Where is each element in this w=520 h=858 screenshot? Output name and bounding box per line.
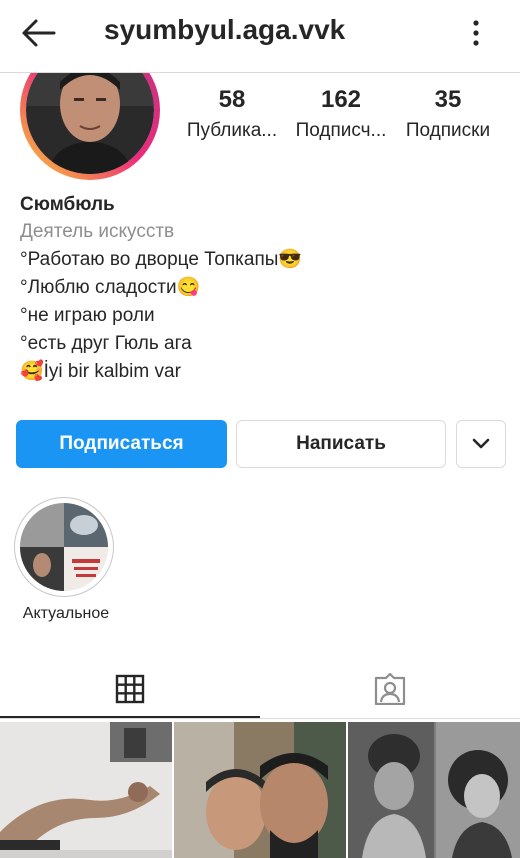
followers-count[interactable]: 162 Подписч... bbox=[286, 86, 396, 144]
arrow-left-icon[interactable] bbox=[20, 18, 56, 48]
tab-active-indicator bbox=[0, 716, 260, 718]
stat-label: Публика... bbox=[186, 120, 278, 141]
highlight-cover bbox=[20, 503, 108, 591]
profile-tabs bbox=[0, 660, 520, 720]
bio-line: °есть друг Гюль ага bbox=[20, 333, 192, 354]
follow-button[interactable]: Подписаться bbox=[16, 420, 227, 468]
following-count[interactable]: 35 Подписки bbox=[393, 86, 503, 144]
chevron-down-icon bbox=[472, 438, 490, 449]
post-thumbnail[interactable] bbox=[0, 722, 172, 858]
stat-value: 35 bbox=[434, 86, 462, 113]
post-thumbnail[interactable] bbox=[174, 722, 346, 858]
posts-count[interactable]: 58 Публика... bbox=[177, 86, 287, 144]
highlight-ring[interactable] bbox=[14, 497, 114, 597]
profile-username: syumbyul.aga.vvk bbox=[104, 14, 346, 45]
story-highlight[interactable]: Актуальное bbox=[14, 497, 118, 623]
post-thumbnail[interactable] bbox=[348, 722, 520, 858]
profile-display-name: Сюмбюль bbox=[20, 194, 115, 215]
profile-category: Деятель искусств bbox=[20, 221, 175, 242]
stat-value: 162 bbox=[320, 86, 362, 113]
tab-posts-grid[interactable] bbox=[0, 660, 260, 718]
bio-line: °Люблю сладости😋 bbox=[20, 277, 201, 298]
kebab-menu-icon[interactable] bbox=[466, 17, 486, 49]
bio-line: 🥰İyi bir kalbim var bbox=[20, 361, 181, 382]
tab-divider bbox=[0, 718, 520, 719]
posts-grid bbox=[0, 722, 520, 858]
stat-label: Подписки bbox=[405, 120, 491, 141]
bio-line: °не играю роли bbox=[20, 305, 155, 326]
stat-value: 58 bbox=[218, 86, 246, 113]
bio-line: °Работаю во дворце Топкапы😎 bbox=[20, 249, 303, 270]
grid-icon bbox=[115, 674, 145, 704]
message-button[interactable]: Написать bbox=[236, 420, 446, 468]
top-bar: syumbyul.aga.vvk bbox=[0, 0, 520, 73]
stat-label: Подписч... bbox=[295, 120, 387, 141]
tagged-person-icon bbox=[374, 673, 406, 705]
suggested-accounts-button[interactable] bbox=[456, 420, 506, 468]
highlight-label: Актуальное bbox=[22, 605, 110, 622]
tab-tagged[interactable] bbox=[260, 660, 520, 718]
profile-bio: Сюмбюль Деятель искусств °Работаю во дво… bbox=[20, 192, 500, 386]
